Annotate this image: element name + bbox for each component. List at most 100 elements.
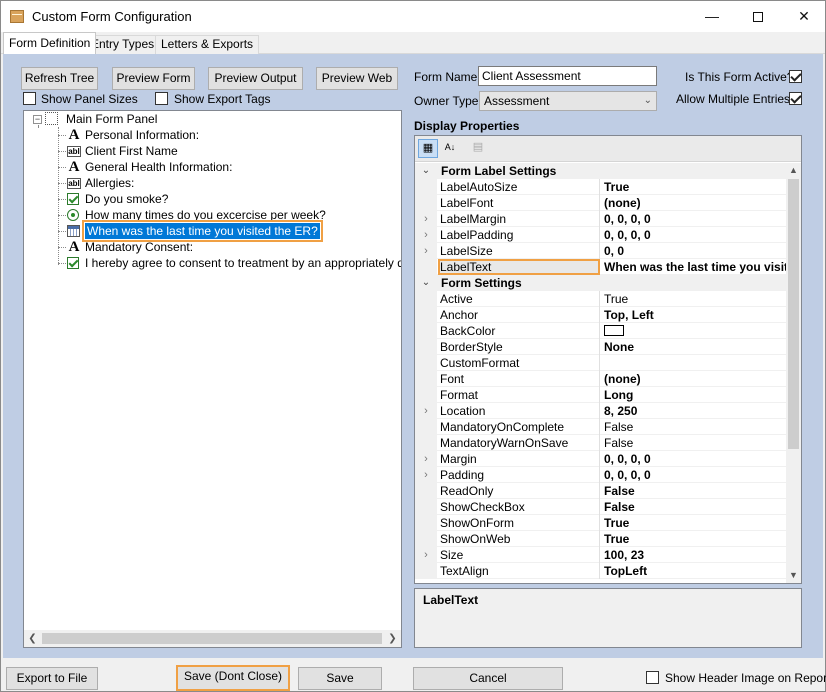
- expand-chevron-icon[interactable]: ›: [415, 547, 437, 563]
- property-row[interactable]: › LabelPadding 0, 0, 0, 0: [415, 227, 786, 243]
- scroll-up-icon[interactable]: ▲: [786, 163, 801, 178]
- property-row[interactable]: LabelText When was the last time you visi…: [415, 259, 786, 275]
- property-row[interactable]: Format Long: [415, 387, 786, 403]
- scroll-thumb[interactable]: [788, 179, 799, 449]
- property-value[interactable]: True: [601, 179, 786, 195]
- preview-web-button[interactable]: Preview Web: [316, 67, 398, 90]
- property-value[interactable]: When was the last time you visit: [601, 259, 786, 275]
- property-value[interactable]: Top, Left: [601, 307, 786, 323]
- property-row[interactable]: › LabelMargin 0, 0, 0, 0: [415, 211, 786, 227]
- property-row[interactable]: ShowOnWeb True: [415, 531, 786, 547]
- show-panel-sizes-checkbox[interactable]: [23, 92, 36, 105]
- property-value[interactable]: 8, 250: [601, 403, 786, 419]
- property-value[interactable]: 0, 0, 0, 0: [601, 211, 786, 227]
- property-row[interactable]: LabelAutoSize True: [415, 179, 786, 195]
- scroll-right-icon[interactable]: ❯: [384, 630, 401, 647]
- property-value[interactable]: (none): [601, 371, 786, 387]
- property-grid[interactable]: ▦ A↓ ▤ ⌄ Form Label Settings LabelAutoSize…: [414, 135, 802, 584]
- scroll-left-icon[interactable]: ❮: [24, 630, 41, 647]
- collapse-chevron-icon[interactable]: ⌄: [415, 275, 437, 291]
- label-icon: A: [68, 159, 80, 175]
- property-row[interactable]: MandatoryWarnOnSave False: [415, 435, 786, 451]
- property-value[interactable]: True: [601, 291, 786, 307]
- property-row[interactable]: Anchor Top, Left: [415, 307, 786, 323]
- preview-form-button[interactable]: Preview Form: [112, 67, 195, 90]
- expand-chevron-icon[interactable]: ›: [415, 211, 437, 227]
- property-value[interactable]: 0, 0, 0, 0: [601, 451, 786, 467]
- property-value[interactable]: None: [601, 339, 786, 355]
- form-tree[interactable]: − Main Form Panel A Personal Information…: [23, 110, 402, 648]
- property-value[interactable]: 0, 0: [601, 243, 786, 259]
- alphabetical-sort-button[interactable]: A↓: [440, 139, 460, 158]
- property-value[interactable]: [601, 355, 786, 371]
- expand-chevron-icon[interactable]: ›: [415, 243, 437, 259]
- show-header-image-checkbox[interactable]: [646, 671, 659, 684]
- property-value[interactable]: [601, 323, 786, 339]
- expand-chevron-icon[interactable]: ›: [415, 467, 437, 483]
- categorized-view-button[interactable]: ▦: [418, 139, 438, 158]
- property-grid-scrollbar[interactable]: ▲ ▼: [786, 163, 801, 583]
- scroll-down-icon[interactable]: ▼: [786, 568, 801, 583]
- save-button[interactable]: Save: [298, 667, 382, 690]
- property-row[interactable]: › Margin 0, 0, 0, 0: [415, 451, 786, 467]
- property-row[interactable]: LabelFont (none): [415, 195, 786, 211]
- property-row[interactable]: CustomFormat: [415, 355, 786, 371]
- property-row[interactable]: › LabelSize 0, 0: [415, 243, 786, 259]
- export-to-file-button[interactable]: Export to File: [6, 667, 98, 690]
- property-value[interactable]: True: [601, 531, 786, 547]
- scroll-thumb[interactable]: [42, 633, 382, 644]
- property-name: Anchor: [438, 307, 600, 323]
- property-value[interactable]: True: [601, 515, 786, 531]
- expand-chevron-icon[interactable]: ›: [415, 403, 437, 419]
- tree-node-label: Client First Name: [85, 144, 178, 158]
- close-button[interactable]: ✕: [781, 1, 826, 32]
- form-active-checkbox[interactable]: [789, 70, 802, 83]
- preview-output-button[interactable]: Preview Output: [208, 67, 303, 90]
- property-value[interactable]: False: [601, 483, 786, 499]
- minimize-button[interactable]: —: [689, 1, 735, 32]
- form-name-input[interactable]: Client Assessment: [478, 66, 657, 86]
- property-value[interactable]: 0, 0, 0, 0: [601, 467, 786, 483]
- property-row[interactable]: BorderStyle None: [415, 339, 786, 355]
- save-dont-close-button[interactable]: Save (Dont Close): [176, 665, 290, 691]
- property-pages-button[interactable]: ▤: [468, 139, 488, 158]
- allow-multiple-checkbox[interactable]: [789, 92, 802, 105]
- property-value[interactable]: False: [601, 499, 786, 515]
- property-row[interactable]: TextAlign TopLeft: [415, 563, 786, 579]
- tab-form-definition[interactable]: Form Definition: [3, 32, 97, 54]
- property-row[interactable]: ReadOnly False: [415, 483, 786, 499]
- tab-letters-exports[interactable]: Letters & Exports: [155, 35, 260, 54]
- property-row[interactable]: Active True: [415, 291, 786, 307]
- expand-chevron-icon[interactable]: ›: [415, 227, 437, 243]
- property-value[interactable]: Long: [601, 387, 786, 403]
- property-category[interactable]: ⌄ Form Label Settings: [415, 163, 786, 179]
- property-value[interactable]: 100, 23: [601, 547, 786, 563]
- property-row[interactable]: ShowOnForm True: [415, 515, 786, 531]
- property-row[interactable]: ShowCheckBox False: [415, 499, 786, 515]
- property-row[interactable]: MandatoryOnComplete False: [415, 419, 786, 435]
- owner-type-value: Assessment: [484, 94, 550, 108]
- display-properties-title: Display Properties: [414, 119, 520, 133]
- property-value[interactable]: (none): [601, 195, 786, 211]
- refresh-tree-button[interactable]: Refresh Tree: [21, 67, 98, 90]
- property-gutter: [415, 483, 437, 499]
- property-row[interactable]: › Size 100, 23: [415, 547, 786, 563]
- property-value[interactable]: False: [601, 435, 786, 451]
- owner-type-select[interactable]: Assessment ⌄: [479, 91, 657, 111]
- property-row[interactable]: BackColor: [415, 323, 786, 339]
- property-gutter: [415, 435, 437, 451]
- collapse-chevron-icon[interactable]: ⌄: [415, 163, 437, 179]
- cancel-button[interactable]: Cancel: [413, 667, 563, 690]
- show-export-tags-checkbox[interactable]: [155, 92, 168, 105]
- property-value[interactable]: TopLeft: [601, 563, 786, 579]
- tree-horizontal-scrollbar[interactable]: ❮ ❯: [24, 630, 401, 647]
- property-value[interactable]: False: [601, 419, 786, 435]
- collapse-icon[interactable]: −: [33, 115, 42, 124]
- property-category[interactable]: ⌄ Form Settings: [415, 275, 786, 291]
- property-value[interactable]: 0, 0, 0, 0: [601, 227, 786, 243]
- property-row[interactable]: Font (none): [415, 371, 786, 387]
- expand-chevron-icon[interactable]: ›: [415, 451, 437, 467]
- maximize-button[interactable]: [735, 1, 781, 32]
- property-row[interactable]: › Location 8, 250: [415, 403, 786, 419]
- property-row[interactable]: › Padding 0, 0, 0, 0: [415, 467, 786, 483]
